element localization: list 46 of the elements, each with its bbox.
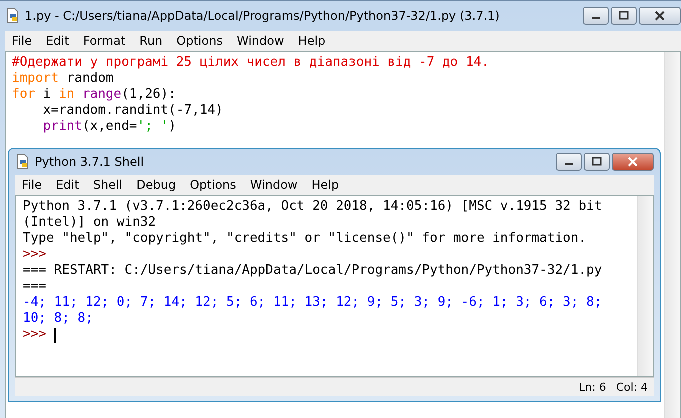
- output-line: === RESTART: C:/Users/tiana/AppData/Local/Programs/Python/Python37-32/1.py: [23, 263, 602, 279]
- output-line: 10; 8; 8;: [23, 311, 94, 327]
- menu-item[interactable]: Format: [76, 34, 133, 48]
- window-title: Python 3.7.1 Shell: [35, 155, 144, 169]
- scrollbar[interactable]: [664, 52, 680, 418]
- minimize-button[interactable]: [583, 7, 609, 25]
- menu-item[interactable]: Window: [230, 34, 292, 48]
- output-line: Type "help", "copyright", "credits" or "license()" for more information.: [23, 231, 587, 247]
- menu-item[interactable]: Edit: [49, 178, 86, 192]
- maximize-button[interactable]: [584, 153, 610, 171]
- menu-item[interactable]: Edit: [39, 34, 76, 48]
- maximize-icon: [592, 157, 602, 167]
- scrollbar[interactable]: [637, 196, 653, 376]
- text-cursor: [54, 328, 56, 342]
- python-file-icon: [15, 154, 31, 170]
- shell-prompt: >>>: [23, 327, 46, 343]
- output-line: -4; 11; 12; 0; 7; 14; 12; 5; 6; 11; 13; 12; 9; 5; 3; 9; -6; 1; 3; 6; 3; 8;: [23, 295, 602, 311]
- output-line: Python 3.7.1 (v3.7.1:260ec2c36a, Oct 20 2018, 14:05:16) [MSC v.1915 32 bit: [23, 199, 602, 215]
- close-button[interactable]: [639, 7, 681, 25]
- menu-item[interactable]: Help: [291, 34, 333, 48]
- minimize-button[interactable]: [556, 153, 582, 171]
- close-icon: [628, 157, 638, 167]
- shell-prompt: >>>: [23, 247, 46, 263]
- window-title: 1.py - C:/Users/tiana/AppData/Local/Programs/Python/Python37-32/1.py (3.7.1): [25, 9, 500, 23]
- close-icon: [655, 11, 665, 21]
- menu-item[interactable]: Help: [304, 178, 346, 192]
- line-number: Ln: 6: [579, 380, 606, 394]
- menu-item[interactable]: Options: [170, 34, 230, 48]
- code-line: x=random.randint(-7,14): [42, 103, 224, 119]
- code-line: for i in range(1,26):: [12, 87, 178, 103]
- menu-item[interactable]: Shell: [86, 178, 130, 192]
- output-line: ===: [23, 279, 46, 295]
- output-line: (Intel)] on win32: [23, 215, 156, 231]
- maximize-icon: [619, 11, 629, 21]
- maximize-button[interactable]: [611, 7, 637, 25]
- menu-item[interactable]: File: [5, 34, 40, 48]
- code-line: print(x,end='; '): [42, 119, 178, 135]
- menu-item[interactable]: Run: [132, 34, 170, 48]
- menu-item[interactable]: Options: [183, 178, 244, 192]
- code-line: #Одержати у програмі 25 цілих чисел в діапазоні від -7 до 14.: [12, 55, 490, 71]
- menu-item[interactable]: Debug: [130, 178, 184, 192]
- menu-item[interactable]: File: [15, 178, 50, 192]
- menu-item[interactable]: Window: [243, 178, 305, 192]
- code-line: import random: [12, 71, 115, 87]
- column-number: Col: 4: [616, 380, 648, 394]
- python-file-icon: [5, 8, 21, 24]
